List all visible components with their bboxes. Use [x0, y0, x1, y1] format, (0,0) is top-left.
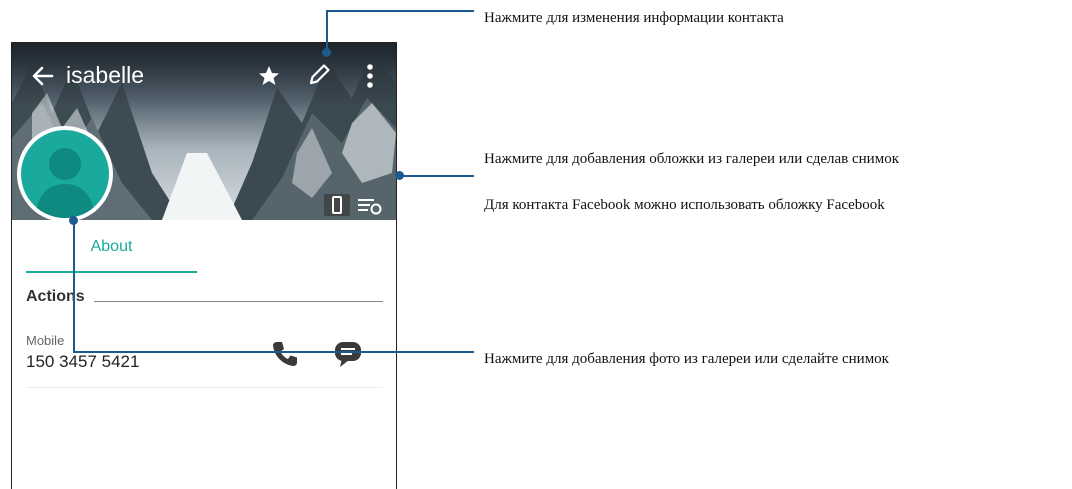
callout-cover-text: Нажмите для добавления обложки из галере… — [484, 151, 899, 167]
callout-facebook-text: Для контакта Facebook можно использовать… — [484, 197, 885, 213]
phone-icon[interactable] — [270, 339, 300, 369]
callout-line — [326, 10, 328, 53]
phone-type-label: Mobile — [26, 333, 65, 348]
contact-screen: isabelle About Actions Mobile 150 3457 5… — [11, 42, 397, 489]
callout-line — [73, 220, 75, 353]
callout-line — [399, 175, 474, 177]
callout-line — [73, 351, 474, 353]
message-icon[interactable] — [332, 339, 364, 369]
section-divider — [94, 301, 383, 302]
person-icon — [35, 148, 95, 218]
tab-indicator — [26, 271, 197, 273]
callout-edit-text: Нажмите для изменения информации контакт… — [484, 10, 784, 26]
pencil-icon[interactable] — [305, 61, 333, 89]
callout-photo-text: Нажмите для добавления фото из галереи и… — [484, 351, 889, 367]
phone-number[interactable]: 150 3457 5421 — [26, 352, 139, 372]
contact-name: isabelle — [66, 62, 144, 88]
section-title-actions: Actions — [26, 288, 85, 305]
more-vertical-icon[interactable] — [362, 62, 378, 90]
callout-line — [326, 10, 474, 12]
callout-dot — [395, 171, 404, 180]
tab-about[interactable]: About — [26, 233, 197, 271]
contact-avatar[interactable] — [17, 126, 113, 222]
cover-phone-icon[interactable] — [324, 194, 350, 216]
cover-settings-icon[interactable] — [354, 194, 384, 216]
star-icon[interactable] — [257, 64, 281, 88]
back-arrow-icon[interactable] — [30, 63, 56, 89]
row-divider — [26, 387, 383, 388]
callout-dot — [322, 48, 331, 57]
